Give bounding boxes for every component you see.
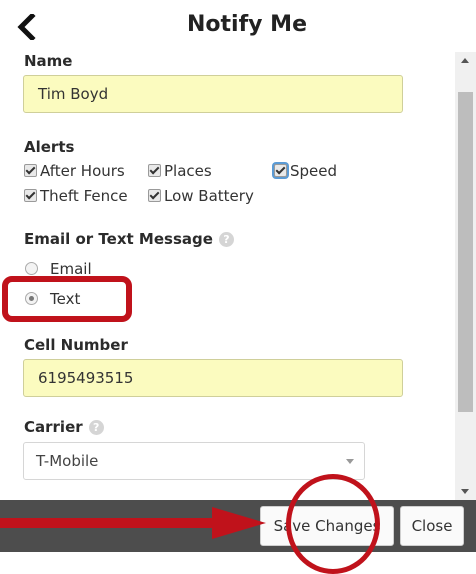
name-label: Name xyxy=(24,52,73,70)
question-icon[interactable]: ? xyxy=(218,232,234,247)
header: Notify Me xyxy=(0,0,476,52)
annotation-highlight-circle xyxy=(286,474,380,574)
annotation-arrow-icon xyxy=(0,507,266,539)
close-button[interactable]: Close xyxy=(400,506,464,546)
alert-speed-checkbox[interactable]: Speed xyxy=(274,162,337,180)
scroll-thumb[interactable] xyxy=(458,92,473,412)
chevron-down-icon xyxy=(346,459,354,464)
page-title: Notify Me xyxy=(187,12,307,37)
checkbox-icon xyxy=(274,164,287,177)
name-input[interactable]: Tim Boyd xyxy=(23,75,403,113)
carrier-select[interactable]: T-Mobile xyxy=(23,442,365,480)
alert-places-checkbox[interactable]: Places xyxy=(148,162,212,180)
contact-method-label: Email or Text Message? xyxy=(24,230,234,248)
annotation-highlight-box xyxy=(2,276,132,322)
alert-low-battery-checkbox[interactable]: Low Battery xyxy=(148,187,254,205)
checkbox-icon xyxy=(24,164,37,177)
carrier-label: Carrier? xyxy=(24,418,104,436)
question-icon[interactable]: ? xyxy=(88,420,104,435)
checkbox-icon xyxy=(148,189,161,202)
alerts-label: Alerts xyxy=(24,138,75,156)
cell-number-input[interactable]: 6195493515 xyxy=(23,359,403,397)
alert-theft-fence-checkbox[interactable]: Theft Fence xyxy=(24,187,128,205)
scrollbar[interactable] xyxy=(455,52,476,500)
cell-number-label: Cell Number xyxy=(24,336,128,354)
scroll-up-icon[interactable] xyxy=(461,58,469,63)
radio-icon xyxy=(25,262,38,275)
carrier-value: T-Mobile xyxy=(36,452,99,470)
checkbox-icon xyxy=(148,164,161,177)
scroll-down-icon[interactable] xyxy=(461,489,469,494)
checkbox-icon xyxy=(24,189,37,202)
alert-after-hours-checkbox[interactable]: After Hours xyxy=(24,162,125,180)
